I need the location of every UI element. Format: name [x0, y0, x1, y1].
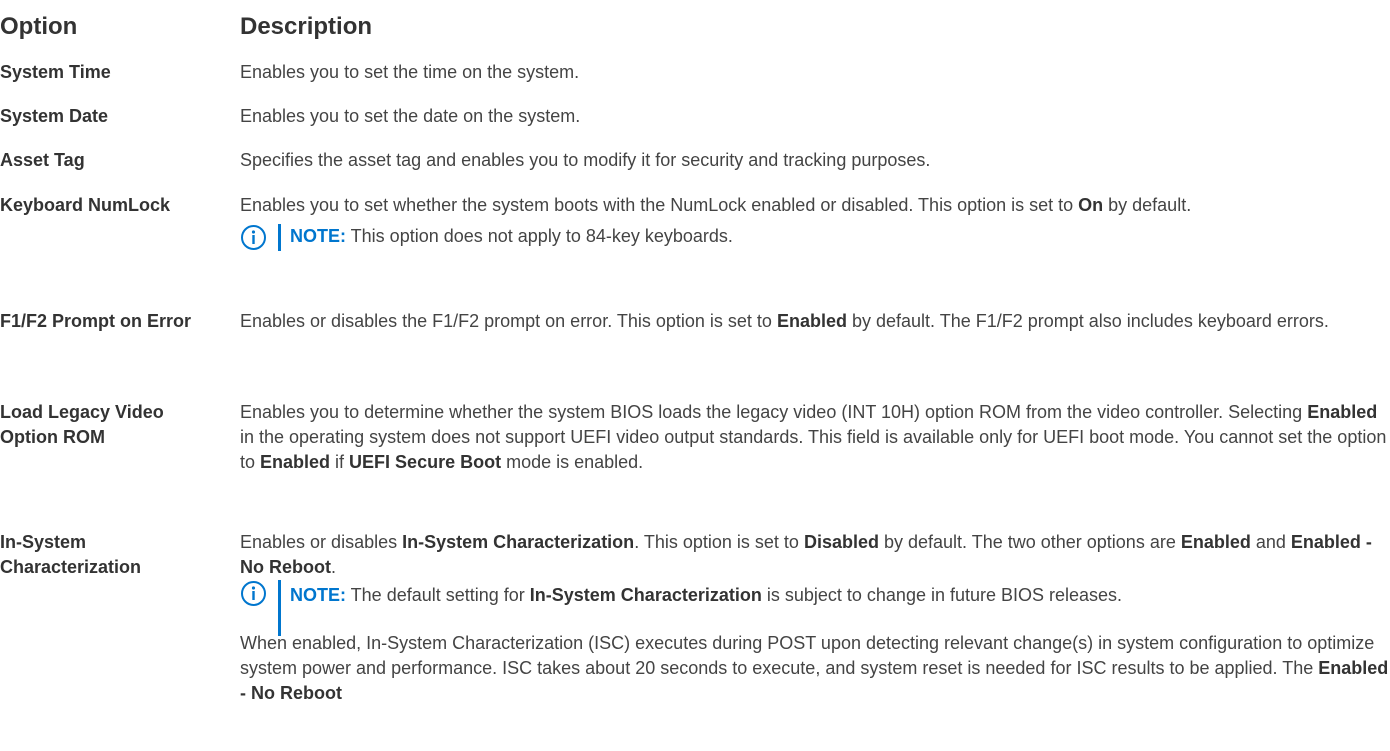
option-name: In-System Characterization [0, 532, 142, 577]
description-text: by default. [1103, 195, 1192, 215]
option-description: Enables you to determine whether the sys… [240, 400, 1390, 475]
note-label: NOTE: [290, 585, 346, 605]
option-description: Enables you to set whether the system bo… [240, 193, 1390, 251]
description-text: . This option is set to [634, 532, 804, 552]
description-text: Enables or disables [240, 532, 403, 552]
option-name: System Time [0, 62, 111, 82]
note-callout: NOTE: This option does not apply to 84-k… [240, 224, 1390, 251]
option-name: System Date [0, 106, 109, 126]
description-text: When enabled, In-System Characterization… [240, 633, 1375, 678]
description-emphasis: UEFI Secure Boot [349, 452, 502, 472]
option-name: Asset Tag [0, 150, 85, 170]
description-text: by default. The two other options are [878, 532, 1181, 552]
description-paragraph: When enabled, In-System Characterization… [240, 631, 1390, 706]
note-accent-bar [278, 224, 281, 251]
description-emphasis: Disabled [803, 532, 879, 552]
description-emphasis: Enabled [1180, 532, 1251, 552]
table-header: Option Description [0, 6, 1390, 42]
note-label: NOTE: [290, 226, 346, 246]
option-description: Enables you to set the time on the syste… [240, 62, 580, 82]
description-emphasis: Enabled [260, 452, 331, 472]
description-text: mode is enabled. [501, 452, 644, 472]
description-text: Enables you to determine whether the sys… [240, 402, 1308, 422]
option-description: Enables or disables the F1/F2 prompt on … [240, 309, 1390, 334]
option-name: F1/F2 Prompt on Error [0, 311, 192, 331]
description-text: if [330, 452, 350, 472]
option-name: Load Legacy Video Option ROM [0, 402, 164, 447]
option-name: Keyboard NumLock [0, 195, 171, 215]
note-text: The default setting for [346, 585, 530, 605]
description-emphasis: On [1078, 195, 1104, 215]
description-text: . [330, 557, 336, 577]
note-text: is subject to change in future BIOS rele… [761, 585, 1123, 605]
info-circle-icon [241, 225, 266, 250]
description-column-header: Description [240, 13, 373, 40]
description-text: and [1250, 532, 1291, 552]
description-emphasis: In-System Characterization [402, 532, 635, 552]
option-description: Specifies the asset tag and enables you … [240, 150, 931, 170]
option-column-header: Option [0, 13, 78, 40]
info-circle-icon [241, 581, 266, 606]
option-description: Enables or disables In-System Characteri… [240, 530, 1390, 706]
note-callout: NOTE: The default setting for In-System … [240, 580, 1390, 636]
note-accent-bar [278, 580, 281, 636]
description-text: by default. The F1/F2 prompt also includ… [846, 311, 1329, 331]
description-emphasis: Enabled [1307, 402, 1378, 422]
description-text: Enables you to set whether the system bo… [240, 195, 1079, 215]
description-text: Enables or disables the F1/F2 prompt on … [240, 311, 777, 331]
bios-options-table: Option Description System Time Enables y… [0, 0, 1390, 751]
option-description: Enables you to set the date on the syste… [240, 106, 581, 126]
description-emphasis: Enabled [776, 311, 847, 331]
note-text: This option does not apply to 84-key key… [346, 226, 733, 246]
note-emphasis: In-System Characterization [529, 585, 762, 605]
